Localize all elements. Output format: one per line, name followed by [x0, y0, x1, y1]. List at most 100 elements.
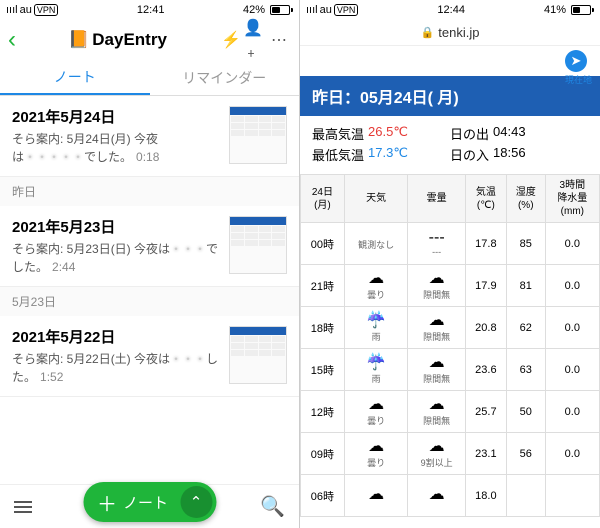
weather-icon: ☁ — [368, 270, 384, 287]
search-icon[interactable]: 🔍 — [260, 494, 285, 519]
list-item[interactable]: 2021年5月24日 そら案内: 5月24日(月) 今夜は・・・・・でした。0:… — [0, 96, 299, 177]
cell-rain: 0.0 — [545, 307, 599, 349]
back-button[interactable]: ‹ — [8, 26, 16, 54]
cloud-icon: ☁ — [429, 312, 445, 329]
table-row: 06時☁☁18.0 — [301, 475, 600, 517]
list-item[interactable]: 2021年5月22日 そら案内: 5月22日(土) 今夜は・・・した。1:52 — [0, 316, 299, 397]
signal-icon: ıııl — [6, 4, 18, 16]
weather-icon: ☔ — [366, 312, 386, 329]
cell-cloud: ☁9割以上 — [408, 433, 465, 475]
cell-time: 21時 — [301, 265, 345, 307]
carrier: au — [320, 4, 332, 16]
current-location-button[interactable]: ➤現在地 — [565, 50, 592, 86]
table-header: 気温(℃) — [465, 175, 506, 223]
cell-cloud: ------ — [408, 223, 465, 265]
app-title: 📙DayEntry — [16, 30, 219, 50]
cell-humidity: 81 — [506, 265, 545, 307]
cell-weather: ☁曇り — [344, 391, 408, 433]
tabs: ノート リマインダー — [0, 60, 299, 96]
cell-weather: ☁ — [344, 475, 408, 517]
table-header: 湿度(%) — [506, 175, 545, 223]
tab-reminders[interactable]: リマインダー — [150, 60, 300, 95]
cell-time: 12時 — [301, 391, 345, 433]
fab-label: ノート — [123, 492, 168, 513]
weather-summary: 最高気温 26.5℃ 最低気温 17.3℃ 日の出 04:43 日の入 18:5… — [300, 116, 600, 174]
weather-icon: ☁ — [368, 438, 384, 455]
table-row: 00時観測なし------17.8850.0 — [301, 223, 600, 265]
cell-time: 00時 — [301, 223, 345, 265]
cloud-icon: ☁ — [429, 438, 445, 455]
table-header: 24日(月) — [301, 175, 345, 223]
cloud-icon: ☁ — [429, 486, 445, 503]
cell-humidity — [506, 475, 545, 517]
entry-subtitle: そら案内: 5月22日(土) 今夜は・・・した。1:52 — [12, 350, 221, 386]
cell-cloud: ☁隙間無 — [408, 307, 465, 349]
table-header: 天気 — [344, 175, 408, 223]
location-arrow-icon: ➤ — [565, 50, 587, 72]
cell-rain — [545, 475, 599, 517]
cell-temp: 23.1 — [465, 433, 506, 475]
cell-temp: 17.8 — [465, 223, 506, 265]
entry-thumbnail — [229, 106, 287, 164]
cell-temp: 20.8 — [465, 307, 506, 349]
chevron-up-icon[interactable]: ⌃ — [180, 486, 212, 518]
cell-time: 06時 — [301, 475, 345, 517]
table-row: 18時☔雨☁隙間無20.8620.0 — [301, 307, 600, 349]
cell-weather: ☁曇り — [344, 265, 408, 307]
cell-temp: 17.9 — [465, 265, 506, 307]
entry-thumbnail — [229, 326, 287, 384]
cloud-icon: ☁ — [429, 396, 445, 413]
list-item[interactable]: 2021年5月23日 そら案内: 5月23日(日) 今夜は・・・でした。2:44 — [0, 206, 299, 287]
battery-pct: 41% — [544, 4, 566, 16]
cell-rain: 0.0 — [545, 349, 599, 391]
cell-temp: 18.0 — [465, 475, 506, 517]
date-header: 昨日：05月24日( 月) — [300, 76, 600, 116]
dayentry-app: ıııl au VPN 12:41 42% ‹ 📙DayEntry ⚡ 👤﹢ ⋯… — [0, 0, 300, 528]
book-icon: 📙 — [68, 30, 89, 50]
table-row: 12時☁曇り☁隙間無25.7500.0 — [301, 391, 600, 433]
cell-time: 09時 — [301, 433, 345, 475]
menu-icon[interactable] — [14, 501, 32, 513]
tab-notes[interactable]: ノート — [0, 60, 150, 95]
status-bar: ıııl au VPN 12:44 41% — [300, 0, 600, 20]
cell-humidity: 63 — [506, 349, 545, 391]
table-row: 21時☁曇り☁隙間無17.9810.0 — [301, 265, 600, 307]
cell-weather: ☁曇り — [344, 433, 408, 475]
cell-rain: 0.0 — [545, 391, 599, 433]
section-divider: 5月23日 — [0, 287, 299, 316]
weather-icon: ☔ — [366, 354, 386, 371]
signal-icon: ıııl — [306, 4, 318, 16]
entry-subtitle: そら案内: 5月24日(月) 今夜は・・・・・でした。0:18 — [12, 130, 221, 166]
vpn-badge: VPN — [334, 4, 359, 16]
entry-title: 2021年5月23日 — [12, 216, 221, 237]
table-header: 3時間降水量(mm) — [545, 175, 599, 223]
weather-icon: ☁ — [368, 396, 384, 413]
address-bar[interactable]: 🔒tenki.jp — [300, 20, 600, 46]
new-note-button[interactable]: ＋ ノート ⌃ — [83, 482, 216, 522]
cell-temp: 25.7 — [465, 391, 506, 433]
bolt-icon[interactable]: ⚡ — [219, 30, 243, 50]
battery-icon — [267, 5, 293, 15]
lock-icon: 🔒 — [421, 26, 435, 39]
add-person-icon[interactable]: 👤﹢ — [243, 18, 267, 62]
table-row: 15時☔雨☁隙間無23.6630.0 — [301, 349, 600, 391]
cell-rain: 0.0 — [545, 265, 599, 307]
cell-humidity: 50 — [506, 391, 545, 433]
battery-pct: 42% — [243, 4, 265, 16]
cell-cloud: ☁隙間無 — [408, 265, 465, 307]
app-header: ‹ 📙DayEntry ⚡ 👤﹢ ⋯ — [0, 20, 299, 60]
status-bar: ıııl au VPN 12:41 42% — [0, 0, 299, 20]
cell-rain: 0.0 — [545, 223, 599, 265]
cell-weather: ☔雨 — [344, 349, 408, 391]
table-header: 雲量 — [408, 175, 465, 223]
cell-time: 15時 — [301, 349, 345, 391]
more-icon[interactable]: ⋯ — [267, 30, 291, 50]
clock: 12:44 — [437, 4, 465, 16]
cell-weather: ☔雨 — [344, 307, 408, 349]
table-row: 09時☁曇り☁9割以上23.1560.0 — [301, 433, 600, 475]
cloud-icon: ☁ — [429, 354, 445, 371]
clock: 12:41 — [137, 4, 165, 16]
cell-weather: 観測なし — [344, 223, 408, 265]
section-divider: 昨日 — [0, 177, 299, 206]
entry-thumbnail — [229, 216, 287, 274]
